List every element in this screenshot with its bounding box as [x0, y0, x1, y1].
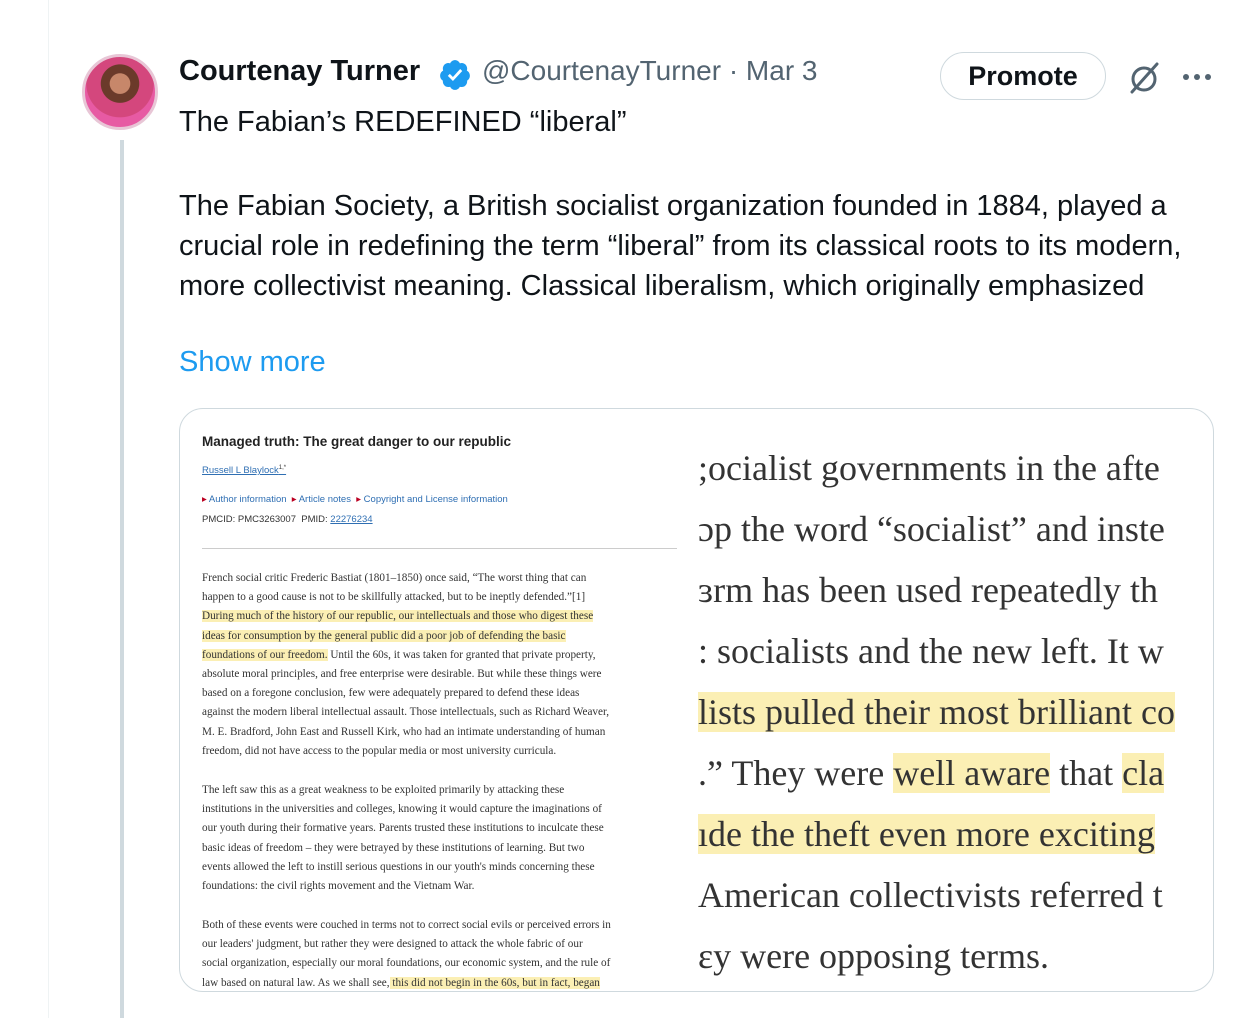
p1-line: French social critic Frederic Bastiat (1… — [202, 572, 587, 584]
thread-connector-line — [120, 140, 124, 1018]
verified-badge-icon — [440, 60, 470, 90]
p2-line: events allowed the left to instill serio… — [202, 860, 595, 873]
p3-line-highlight: this did not begin in the 60s, but in fa… — [389, 976, 600, 989]
excerpt-line: ɛy were opposing terms. — [698, 936, 1050, 976]
pmid-label: PMID: — [301, 514, 328, 525]
p1-line-highlight: During much of the history of our republ… — [202, 610, 594, 623]
copyright-link: Copyright and License information — [363, 494, 508, 505]
avatar[interactable] — [82, 54, 158, 130]
excerpt-text: .” They were — [698, 753, 894, 793]
article-paragraph-3: Both of these events were couched in ter… — [202, 916, 680, 991]
article-author: Russell L Blaylock1,* — [202, 465, 286, 476]
author-name[interactable]: Courtenay Turner — [179, 55, 420, 88]
p1-line: freedom, did not have access to the popu… — [202, 744, 557, 757]
media-image[interactable]: Managed truth: The great danger to our r… — [179, 408, 1214, 992]
excerpt-line-highlight: ıde the theft even more exciting — [698, 813, 1155, 855]
book-excerpt: ;ocialist governments in the afte ɔp the… — [698, 409, 1213, 991]
excerpt-line: : socialists and the new left. It w — [698, 631, 1164, 671]
excerpt-line: ;ocialist governments in the afte — [698, 448, 1160, 488]
excerpt-line-highlight: lists pulled their most brilliant co — [698, 691, 1175, 733]
pmcid: PMCID: PMC3263007 — [202, 514, 296, 525]
p1-line: Until the 60s, it was taken for granted … — [327, 648, 596, 661]
p3-line: law based on natural law. As we shall se… — [202, 976, 390, 989]
article-notes-link: Article notes — [298, 494, 351, 505]
p1-line: absolute moral principles, and free ente… — [202, 668, 602, 681]
p3-line: our leaders' judgment, but rather they w… — [202, 938, 583, 951]
p2-line: basic ideas of freedom – they were betra… — [202, 841, 585, 854]
more-options-icon[interactable] — [1180, 60, 1214, 94]
p1-line-highlight: foundations of our freedom. — [202, 648, 328, 661]
p3-line: Both of these events were couched in ter… — [202, 919, 611, 931]
article-paragraph-1: French social critic Frederic Bastiat (1… — [202, 569, 680, 761]
p1-line: based on a foregone conclusion, few were… — [202, 687, 580, 700]
article-ids: PMCID: PMC3263007 PMID: 22276234 — [202, 514, 373, 525]
timeline-border — [48, 0, 49, 1018]
grok-icon[interactable] — [1124, 58, 1164, 98]
p2-line: our youth during their formative years. … — [202, 822, 604, 835]
excerpt-line: .” They were well aware that cla — [698, 752, 1165, 794]
article-title: Managed truth: The great danger to our r… — [202, 434, 512, 449]
excerpt-line: ɜrm has been used repeatedly th — [698, 570, 1158, 610]
excerpt-text: that — [1050, 753, 1123, 793]
tweet-body: The Fabian Society, a British socialist … — [179, 190, 1182, 302]
tweet-headline: The Fabian’s REDEFINED “liberal” — [179, 106, 627, 138]
handle-and-date[interactable]: @CourtenayTurner · Mar 3 — [482, 55, 818, 87]
excerpt-line: ɔp the word “socialist” and inste — [698, 509, 1165, 549]
p1-line-highlight: ideas for consumption by the general pub… — [202, 629, 566, 642]
article-screenshot: Managed truth: The great danger to our r… — [202, 409, 682, 991]
excerpt-line: American collectivists referred t — [698, 875, 1163, 915]
author-info-link: Author information — [208, 494, 287, 505]
p2-line: institutions in the universities and col… — [202, 803, 602, 816]
p2-line: The left saw this as a great weakness to… — [202, 784, 565, 796]
excerpt-highlight: well aware — [893, 753, 1051, 793]
author-sup: 1,* — [278, 465, 287, 471]
author-text: Russell L Blaylock — [202, 465, 279, 477]
p1-line: happen to a good cause is not to be skil… — [202, 591, 586, 604]
p3-line: social organization, especially our mora… — [202, 957, 611, 970]
excerpt-highlight: cla — [1122, 753, 1165, 793]
p2-line: foundations: the civil rights movement a… — [202, 880, 475, 893]
p1-line: against the modern liberal intellectual … — [202, 706, 610, 719]
excerpt-highlight: ıde the theft even more exciting — [698, 814, 1155, 854]
article-links: ▸ Author information ▸ Article notes ▸ C… — [202, 494, 508, 505]
pmid: 22276234 — [330, 514, 373, 525]
show-more-link[interactable]: Show more — [179, 346, 326, 379]
excerpt-highlight: lists pulled their most brilliant co — [698, 692, 1175, 732]
article-paragraph-2: The left saw this as a great weakness to… — [202, 781, 680, 896]
p1-line: M. E. Bradford, John East and Russell Ki… — [202, 725, 606, 738]
promote-button[interactable]: Promote — [940, 52, 1106, 100]
article-divider — [202, 548, 677, 549]
